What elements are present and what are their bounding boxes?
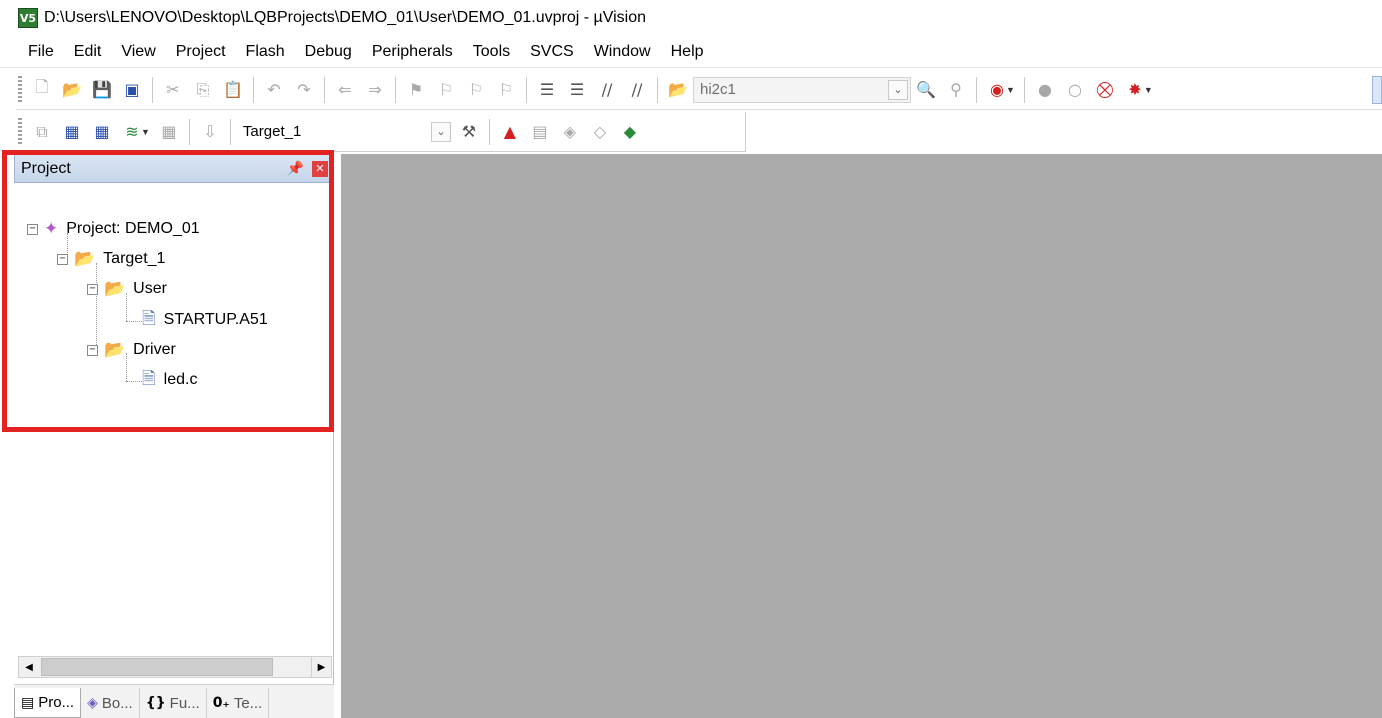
next-bookmark-icon[interactable]: ⚐ [461, 75, 491, 105]
tab-label: Te... [233, 694, 263, 712]
tab-label: Bo... [101, 694, 133, 712]
toolbar-grip[interactable] [18, 117, 22, 146]
disable-breakpoint-icon[interactable]: ○ [1060, 75, 1090, 105]
scrollbar-thumb[interactable] [41, 658, 273, 676]
toolbar-separator [324, 76, 325, 103]
tab-project[interactable]: ▤ Pro... [14, 688, 82, 718]
file-toolbar: 🗋 📂 💾 ▣ ✂ ⎘ 📋 ↶ ↷ ⇐ ⇒ ⚑ ⚐ ⚐ ⚐ ☰ ☰ // // … [16, 70, 1382, 110]
navigate-forward-icon[interactable]: ⇒ [360, 75, 390, 105]
templates-icon: 0₊ [212, 695, 230, 711]
find-combo-value: hi2c1 [700, 81, 736, 98]
save-icon[interactable]: 💾 [87, 75, 117, 105]
menu-file[interactable]: File [18, 36, 64, 68]
editor-area[interactable] [341, 154, 1382, 718]
bookmark-icon[interactable]: ⚑ [401, 75, 431, 105]
chevron-down-icon[interactable]: ▼ [1144, 85, 1153, 95]
chevron-down-icon[interactable]: ▼ [141, 127, 150, 137]
manage-project-items-icon[interactable]: ▲ [495, 117, 525, 147]
books-icon: ◈ [87, 695, 98, 711]
scroll-left-icon[interactable]: ◀ [19, 657, 39, 677]
find-icon[interactable]: 🔍 [911, 75, 941, 105]
menu-svcs[interactable]: SVCS [520, 36, 584, 68]
uncomment-icon[interactable]: // [622, 75, 652, 105]
target-select[interactable]: Target_1 ⌄ [235, 118, 454, 145]
translate-icon[interactable]: ⧉ [27, 117, 57, 147]
indent-icon[interactable]: ☰ [532, 75, 562, 105]
unindent-icon[interactable]: ☰ [562, 75, 592, 105]
navigate-back-icon[interactable]: ⇐ [330, 75, 360, 105]
incremental-find-icon[interactable]: ⚲ [941, 75, 971, 105]
build-icon[interactable]: ▦ [57, 117, 87, 147]
kill-breakpoints-icon[interactable]: ⛒ [1090, 75, 1120, 105]
title-bar: V5 D:\Users\LENOVO\Desktop\LQBProjects\D… [0, 0, 1382, 36]
toolbar-separator [188, 118, 190, 145]
copy-icon[interactable]: ⎘ [188, 75, 218, 105]
find-in-files-icon[interactable]: 📂 [663, 75, 693, 105]
menu-bar: File Edit View Project Flash Debug Perip… [0, 36, 1382, 68]
download-load-icon[interactable]: ⇩ [195, 117, 225, 147]
menu-view[interactable]: View [111, 36, 165, 68]
menu-tools[interactable]: Tools [463, 36, 520, 68]
new-file-icon[interactable]: 🗋 [27, 75, 57, 105]
select-packs-icon[interactable]: ▤ [525, 117, 555, 147]
menu-help[interactable]: Help [661, 36, 714, 68]
rebuild-icon[interactable]: ▦ [87, 117, 117, 147]
toolbar-separator [1023, 76, 1025, 103]
toolbar-separator [976, 76, 977, 103]
toolbar-separator [152, 76, 153, 103]
chevron-down-icon[interactable]: ⌄ [430, 121, 451, 142]
open-folder-icon[interactable]: 📂 [57, 75, 87, 105]
pack-installer-icon[interactable]: ◇ [585, 117, 615, 147]
toolbar-separator [395, 76, 396, 103]
clear-bookmarks-icon[interactable]: ⚐ [491, 75, 521, 105]
project-tab-icon: ▤ [21, 694, 35, 711]
toolbar-overflow-button[interactable] [1372, 76, 1382, 104]
tab-label: Pro... [38, 694, 75, 711]
menu-window[interactable]: Window [584, 36, 661, 68]
stop-build-icon[interactable]: ▦ [154, 117, 184, 147]
redo-icon[interactable]: ↷ [289, 75, 319, 105]
menu-flash[interactable]: Flash [236, 36, 295, 68]
menu-debug[interactable]: Debug [295, 36, 362, 68]
toolbar-separator [526, 76, 527, 103]
prev-bookmark-icon[interactable]: ⚐ [431, 75, 461, 105]
find-combo[interactable]: hi2c1 ⌄ [693, 76, 911, 103]
menu-project[interactable]: Project [166, 36, 236, 68]
panel-tabs: ▤ Pro... ◈ Bo... {} Fu... 0₊ Te... [14, 684, 334, 718]
functions-icon: {} [145, 695, 166, 711]
chevron-down-icon[interactable]: ▼ [1006, 85, 1015, 95]
highlight-annotation [2, 150, 334, 432]
paste-icon[interactable]: 📋 [218, 75, 248, 105]
uvision-logo-icon: V5 [18, 8, 38, 28]
toolbar-separator [488, 118, 490, 145]
window-title: D:\Users\LENOVO\Desktop\LQBProjects\DEMO… [44, 9, 647, 26]
undo-icon[interactable]: ↶ [259, 75, 289, 105]
breakpoint-icon[interactable]: ● [1030, 75, 1060, 105]
manage-rte-icon[interactable]: ◈ [555, 117, 585, 147]
tab-functions[interactable]: {} Fu... [140, 688, 207, 718]
comment-icon[interactable]: // [592, 75, 622, 105]
build-toolbar: ⧉ ▦ ▦ ≋ ▼ ▦ ⇩ Target_1 ⌄ ⚒ ▲ ▤ ◈ ◇ ◆ [16, 112, 746, 152]
toolbar-separator [253, 76, 254, 103]
target-select-value: Target_1 [242, 123, 302, 140]
tab-books[interactable]: ◈ Bo... [81, 688, 140, 718]
scroll-right-icon[interactable]: ▶ [311, 657, 331, 677]
toolbar-separator [657, 76, 658, 103]
options-for-target-icon[interactable]: ⚒ [454, 117, 484, 147]
menu-edit[interactable]: Edit [64, 36, 112, 68]
save-all-icon[interactable]: ▣ [117, 75, 147, 105]
tab-label: Fu... [169, 694, 200, 712]
horizontal-scrollbar[interactable]: ◀ ▶ [18, 656, 332, 678]
menu-peripherals[interactable]: Peripherals [362, 36, 463, 68]
run-time-environment-icon[interactable]: ◆ [615, 117, 645, 147]
toolbar-separator [229, 118, 231, 145]
toolbar-grip[interactable] [18, 75, 22, 104]
cut-icon[interactable]: ✂ [158, 75, 188, 105]
chevron-down-icon[interactable]: ⌄ [888, 79, 908, 100]
tab-templates[interactable]: 0₊ Te... [207, 688, 270, 718]
